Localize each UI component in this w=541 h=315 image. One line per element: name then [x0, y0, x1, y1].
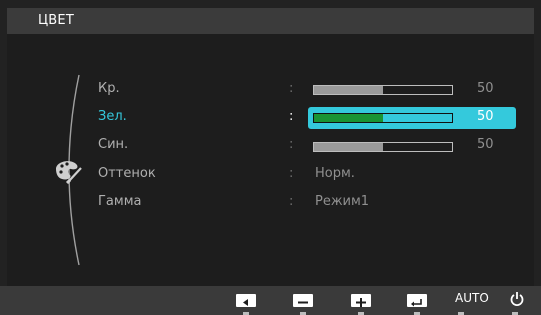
separator-green: : — [289, 109, 294, 124]
red-slider[interactable] — [313, 85, 453, 95]
gamma-value[interactable]: Режим1 — [315, 194, 369, 209]
title-bar: ЦВЕТ — [7, 8, 534, 34]
blue-slider-fill — [314, 143, 383, 151]
tone-value[interactable]: Норм. — [315, 166, 355, 181]
minus-button[interactable] — [293, 293, 313, 307]
enter-button[interactable] — [407, 293, 427, 307]
plus-icon — [351, 293, 371, 307]
enter-icon — [407, 293, 427, 307]
red-value: 50 — [477, 81, 494, 96]
palette-icon — [52, 156, 84, 185]
green-value: 50 — [477, 109, 494, 124]
auto-button[interactable]: AUTO — [455, 291, 489, 305]
menu-item-red[interactable]: Кр. — [98, 81, 120, 96]
separator-gamma: : — [289, 194, 294, 209]
separator-blue: : — [289, 137, 294, 152]
power-icon[interactable] — [510, 291, 524, 307]
osd-menu: ЦВЕТ Кр. Зел. Син. Оттенок Гамма : : : :… — [7, 8, 534, 286]
menu-item-blue[interactable]: Син. — [98, 137, 128, 152]
separator-red: : — [289, 81, 294, 96]
menu-item-tone[interactable]: Оттенок — [98, 166, 156, 181]
left-arrow-icon — [236, 293, 256, 307]
blue-slider[interactable] — [313, 142, 453, 152]
menu-item-gamma[interactable]: Гамма — [98, 194, 141, 209]
plus-button[interactable] — [351, 293, 371, 307]
left-button[interactable] — [236, 293, 256, 307]
menu-item-green[interactable]: Зел. — [98, 109, 127, 124]
red-slider-fill — [314, 86, 383, 94]
green-slider-fill — [314, 114, 383, 122]
minus-icon — [293, 293, 313, 307]
blue-value: 50 — [477, 137, 494, 152]
separator-tone: : — [289, 166, 294, 181]
green-slider[interactable] — [313, 113, 453, 123]
menu-title: ЦВЕТ — [38, 13, 74, 28]
